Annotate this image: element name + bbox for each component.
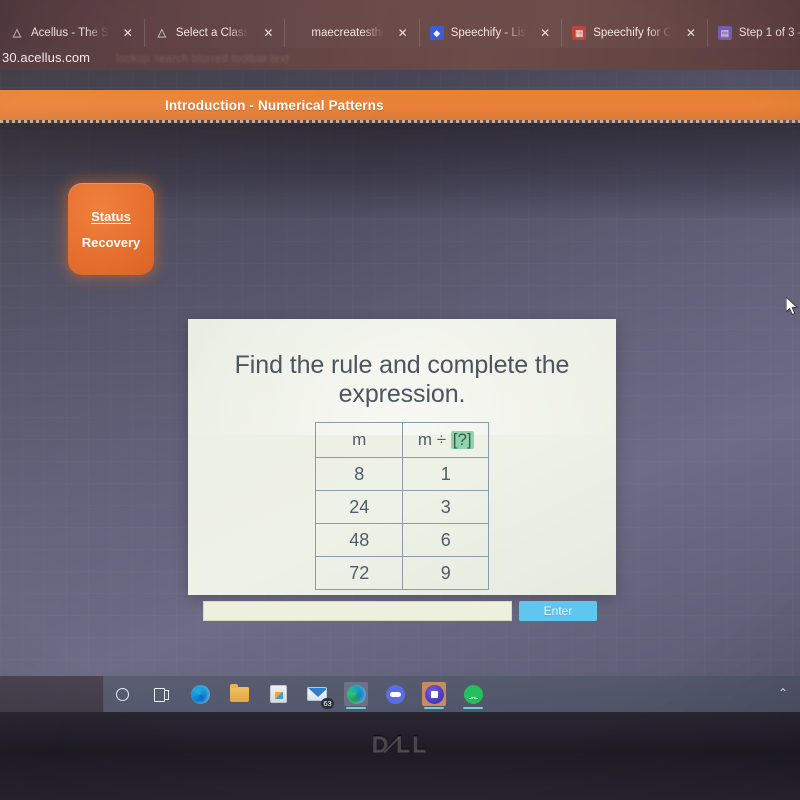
page-title: Introduction - Numerical Patterns	[165, 97, 384, 113]
table-header-expression: m ÷ [?]	[402, 422, 489, 458]
store-glyph	[269, 685, 287, 703]
table-row: 8 1	[314, 457, 489, 491]
dell-logo: D∕LL	[0, 731, 800, 758]
tab-list: △ Acellus - The S ✕ △ Select a Class ✕ m…	[0, 19, 800, 47]
acellus-icon: △	[157, 26, 167, 39]
acellus-page: Introduction - Numerical Patterns Status…	[0, 70, 800, 682]
table-header-row: m m ÷ [?]	[314, 422, 489, 458]
browser-tab[interactable]: maecreatesthi ✕	[285, 19, 420, 47]
discord-icon[interactable]	[383, 682, 407, 706]
tab-title: maecreatesthi	[311, 27, 384, 39]
mail-badge: 63	[321, 698, 334, 709]
rule-table: m m ÷ [?] 8 1 24 3 48 6 72 9	[314, 422, 489, 590]
form-icon: ▤	[717, 26, 732, 40]
photo-frame: △ Acellus - The S ✕ △ Select a Class ✕ m…	[0, 0, 800, 800]
browser-tab[interactable]: ◆ Speechify - Lis ✕	[420, 19, 563, 47]
edge-icon[interactable]	[188, 682, 212, 706]
active-indicator	[463, 707, 483, 709]
mail-icon[interactable]: 63	[305, 682, 334, 709]
unknown-placeholder[interactable]: [?]	[450, 431, 474, 449]
speechify-icon: ◆	[429, 26, 444, 40]
browser-tab-strip: △ Acellus - The S ✕ △ Select a Class ✕ m…	[0, 0, 800, 48]
enter-button[interactable]: Enter	[519, 601, 597, 621]
tab-close-icon[interactable]: ✕	[391, 27, 415, 39]
speechify-store-icon: ▦	[572, 26, 587, 40]
course-banner: Introduction - Numerical Patterns	[0, 90, 800, 120]
cell-m: 48	[314, 523, 404, 557]
taskbar-icon-list: 63	[110, 679, 485, 709]
tab-title: Select a Class	[175, 27, 250, 39]
discord-glyph	[385, 684, 405, 704]
cell-result: 6	[402, 523, 489, 557]
tab-close-icon[interactable]: ✕	[116, 27, 140, 39]
tab-title: Speechify - Lis	[450, 27, 527, 39]
search-icon[interactable]	[110, 682, 134, 706]
status-recovery-badge[interactable]: Status Recovery	[68, 183, 154, 275]
active-indicator	[424, 707, 444, 709]
windows-taskbar: 63 ⌃	[0, 676, 800, 712]
tab-close-icon[interactable]: ✕	[533, 27, 557, 39]
acellus-icon: △	[12, 26, 22, 39]
question-prompt: Find the rule and complete the expressio…	[234, 351, 570, 408]
tab-close-icon[interactable]: ✕	[256, 27, 280, 39]
tray-chevron-up-icon[interactable]: ⌃	[778, 686, 788, 700]
dell-logo-ll: LL	[396, 731, 429, 757]
edge-active-icon[interactable]	[344, 682, 368, 709]
tab-close-icon[interactable]: ✕	[679, 27, 703, 39]
cell-m: 72	[314, 556, 404, 590]
task-view-glyph	[153, 688, 169, 702]
spotify-icon[interactable]	[461, 682, 485, 709]
table-header-expression-text: m ÷	[417, 430, 451, 449]
table-row: 24 3	[314, 490, 489, 524]
browser-tab[interactable]: △ Select a Class ✕	[145, 19, 286, 47]
search-circle-glyph	[115, 687, 129, 701]
toolbar-blurred-text: lookup search blurred toolbar text	[116, 53, 290, 65]
vivaldi-icon[interactable]	[422, 682, 446, 709]
tab-title: Acellus - The S	[31, 27, 109, 39]
tab-title: Speechify for C	[593, 27, 672, 39]
question-card: Find the rule and complete the expressio…	[188, 319, 616, 595]
cell-result: 9	[402, 556, 489, 590]
recovery-label: Recovery	[81, 234, 141, 250]
edge-active-glyph	[346, 684, 366, 704]
task-view-icon[interactable]	[149, 682, 173, 706]
answer-input[interactable]	[203, 601, 512, 621]
table-header-m: m	[314, 422, 404, 458]
browser-tab[interactable]: ▦ Speechify for C ✕	[562, 19, 708, 47]
answer-row: Enter	[203, 601, 597, 621]
folder-glyph	[229, 683, 249, 702]
browser-address-bar[interactable]: 30.acellus.com lookup search blurred too…	[0, 48, 800, 70]
table-row: 72 9	[314, 556, 489, 590]
browser-tab[interactable]: △ Acellus - The S ✕	[0, 19, 145, 47]
cell-m: 24	[314, 490, 404, 524]
table-row: 48 6	[314, 523, 489, 557]
spotify-glyph	[463, 684, 483, 704]
cell-result: 1	[402, 457, 489, 491]
tab-title: Step 1 of 3 – F	[738, 27, 800, 39]
file-explorer-icon[interactable]	[227, 682, 251, 706]
vivaldi-glyph	[424, 684, 444, 704]
status-label[interactable]: Status	[91, 209, 131, 224]
taskbar-start-region[interactable]	[0, 676, 104, 712]
browser-tab[interactable]: ▤ Step 1 of 3 – F ✕	[708, 19, 800, 47]
cell-m: 8	[314, 457, 404, 491]
cell-result: 3	[402, 490, 489, 524]
active-indicator	[346, 707, 366, 709]
microsoft-store-icon[interactable]	[266, 682, 290, 706]
edge-glyph	[190, 684, 210, 704]
url-text: 30.acellus.com	[2, 50, 91, 65]
